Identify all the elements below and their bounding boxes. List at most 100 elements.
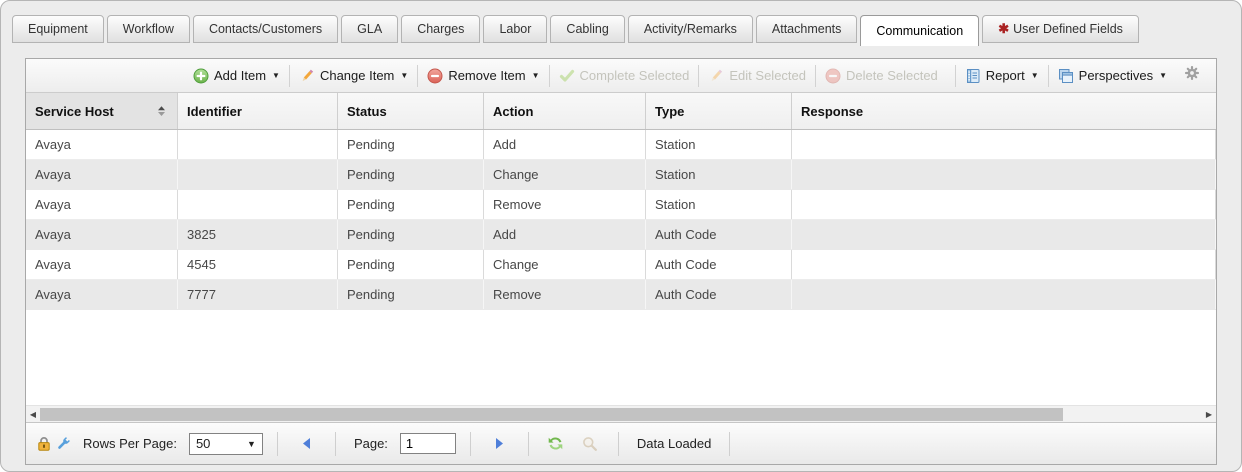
- add-item-button[interactable]: Add Item ▼: [184, 64, 289, 88]
- pager-separator: [335, 432, 336, 456]
- cell-type: Station: [646, 160, 792, 189]
- chevron-down-icon: ▼: [532, 71, 540, 80]
- page-input[interactable]: [400, 433, 456, 454]
- tab-communication[interactable]: Communication: [860, 15, 979, 46]
- horizontal-scrollbar[interactable]: ◀ ▶: [26, 405, 1216, 422]
- scroll-left-icon[interactable]: ◀: [26, 407, 40, 422]
- table-row[interactable]: Avaya 3825 Pending Add Auth Code: [26, 220, 1216, 250]
- cell-response: [792, 250, 1216, 279]
- cell-action: Add: [484, 220, 646, 249]
- pencil-icon: [299, 68, 315, 84]
- table-row[interactable]: Avaya Pending Remove Station: [26, 190, 1216, 220]
- rows-per-page-label: Rows Per Page:: [79, 436, 181, 451]
- tab-label: Equipment: [28, 22, 88, 36]
- button-label: Delete Selected: [846, 68, 938, 83]
- chevron-down-icon: ▼: [1159, 71, 1167, 80]
- tab-activity-remarks[interactable]: Activity/Remarks: [628, 15, 753, 43]
- tab-workflow[interactable]: Workflow: [107, 15, 190, 43]
- tab-label: Workflow: [123, 22, 174, 36]
- previous-page-button[interactable]: [292, 437, 321, 450]
- column-header-status[interactable]: Status: [338, 93, 484, 129]
- cell-service-host: Avaya: [26, 250, 178, 279]
- table-row[interactable]: Avaya Pending Change Station: [26, 160, 1216, 190]
- column-label: Status: [347, 104, 387, 119]
- cell-status: Pending: [338, 280, 484, 309]
- communication-module: Equipment Workflow Contacts/Customers GL…: [0, 0, 1242, 472]
- tab-cabling[interactable]: Cabling: [550, 15, 624, 43]
- pager-separator: [470, 432, 471, 456]
- cell-identifier: [178, 160, 338, 189]
- column-label: Response: [801, 104, 863, 119]
- button-label: Perspectives: [1079, 68, 1153, 83]
- perspectives-button[interactable]: Perspectives ▼: [1049, 64, 1176, 88]
- column-header-response[interactable]: Response: [792, 93, 1216, 129]
- chevron-down-icon: ▼: [1031, 71, 1039, 80]
- column-header-action[interactable]: Action: [484, 93, 646, 129]
- pager-separator: [277, 432, 278, 456]
- report-button[interactable]: Report ▼: [956, 64, 1048, 88]
- cell-service-host: Avaya: [26, 160, 178, 189]
- cell-action: Remove: [484, 190, 646, 219]
- table-row[interactable]: Avaya Pending Add Station: [26, 130, 1216, 160]
- perspectives-icon: [1058, 68, 1074, 84]
- column-header-service-host[interactable]: Service Host: [26, 93, 178, 129]
- settings-button[interactable]: [1176, 65, 1208, 86]
- tab-user-defined-fields[interactable]: ✱ User Defined Fields: [982, 15, 1139, 43]
- wrench-icon[interactable]: [55, 436, 71, 452]
- change-item-button[interactable]: Change Item ▼: [290, 64, 417, 88]
- rows-per-page-value: 50: [196, 436, 210, 451]
- cell-type: Auth Code: [646, 220, 792, 249]
- remove-item-button[interactable]: Remove Item ▼: [418, 64, 548, 88]
- checkmark-icon: [559, 68, 575, 84]
- tab-label: Cabling: [566, 22, 608, 36]
- cell-response: [792, 190, 1216, 219]
- communication-panel: Add Item ▼ Change Item ▼ Remove Item ▼: [25, 58, 1217, 465]
- tab-contacts-customers[interactable]: Contacts/Customers: [193, 15, 338, 43]
- tab-equipment[interactable]: Equipment: [12, 15, 104, 43]
- tab-gla[interactable]: GLA: [341, 15, 398, 43]
- tab-charges[interactable]: Charges: [401, 15, 480, 43]
- column-header-identifier[interactable]: Identifier: [178, 93, 338, 129]
- tab-label: Contacts/Customers: [209, 22, 322, 36]
- cell-status: Pending: [338, 190, 484, 219]
- button-label: Complete Selected: [580, 68, 690, 83]
- tab-label: User Defined Fields: [1013, 22, 1123, 36]
- cell-identifier: 7777: [178, 280, 338, 309]
- button-label: Edit Selected: [729, 68, 806, 83]
- cell-type: Auth Code: [646, 250, 792, 279]
- tab-label: Communication: [876, 24, 963, 38]
- cell-status: Pending: [338, 250, 484, 279]
- button-label: Change Item: [320, 68, 394, 83]
- scrollbar-track[interactable]: [40, 407, 1202, 422]
- tab-label: GLA: [357, 22, 382, 36]
- table-row[interactable]: Avaya 7777 Pending Remove Auth Code: [26, 280, 1216, 310]
- next-page-button[interactable]: [485, 437, 514, 450]
- table-row[interactable]: Avaya 4545 Pending Change Auth Code: [26, 250, 1216, 280]
- cell-identifier: [178, 190, 338, 219]
- table-empty-area: [26, 310, 1216, 405]
- refresh-icon[interactable]: [543, 435, 568, 452]
- rows-per-page-select[interactable]: 50 ▼: [189, 433, 263, 455]
- report-icon: [965, 68, 981, 84]
- cell-type: Station: [646, 130, 792, 159]
- minus-circle-icon: [427, 68, 443, 84]
- tab-attachments[interactable]: Attachments: [756, 15, 857, 43]
- column-label: Type: [655, 104, 684, 119]
- page-label: Page:: [350, 436, 392, 451]
- column-label: Service Host: [35, 104, 114, 119]
- column-header-type[interactable]: Type: [646, 93, 792, 129]
- cell-action: Change: [484, 250, 646, 279]
- minus-circle-icon: [825, 68, 841, 84]
- cell-identifier: [178, 130, 338, 159]
- scrollbar-thumb[interactable]: [40, 408, 1063, 421]
- gear-icon: [1184, 65, 1200, 81]
- lock-icon[interactable]: [36, 436, 52, 452]
- tab-labor[interactable]: Labor: [483, 15, 547, 43]
- tab-label: Attachments: [772, 22, 841, 36]
- scroll-right-icon[interactable]: ▶: [1202, 407, 1216, 422]
- cell-service-host: Avaya: [26, 280, 178, 309]
- cell-identifier: 4545: [178, 250, 338, 279]
- button-label: Add Item: [214, 68, 266, 83]
- tab-label: Charges: [417, 22, 464, 36]
- table-header: Service Host Identifier Status Action Ty…: [26, 93, 1216, 130]
